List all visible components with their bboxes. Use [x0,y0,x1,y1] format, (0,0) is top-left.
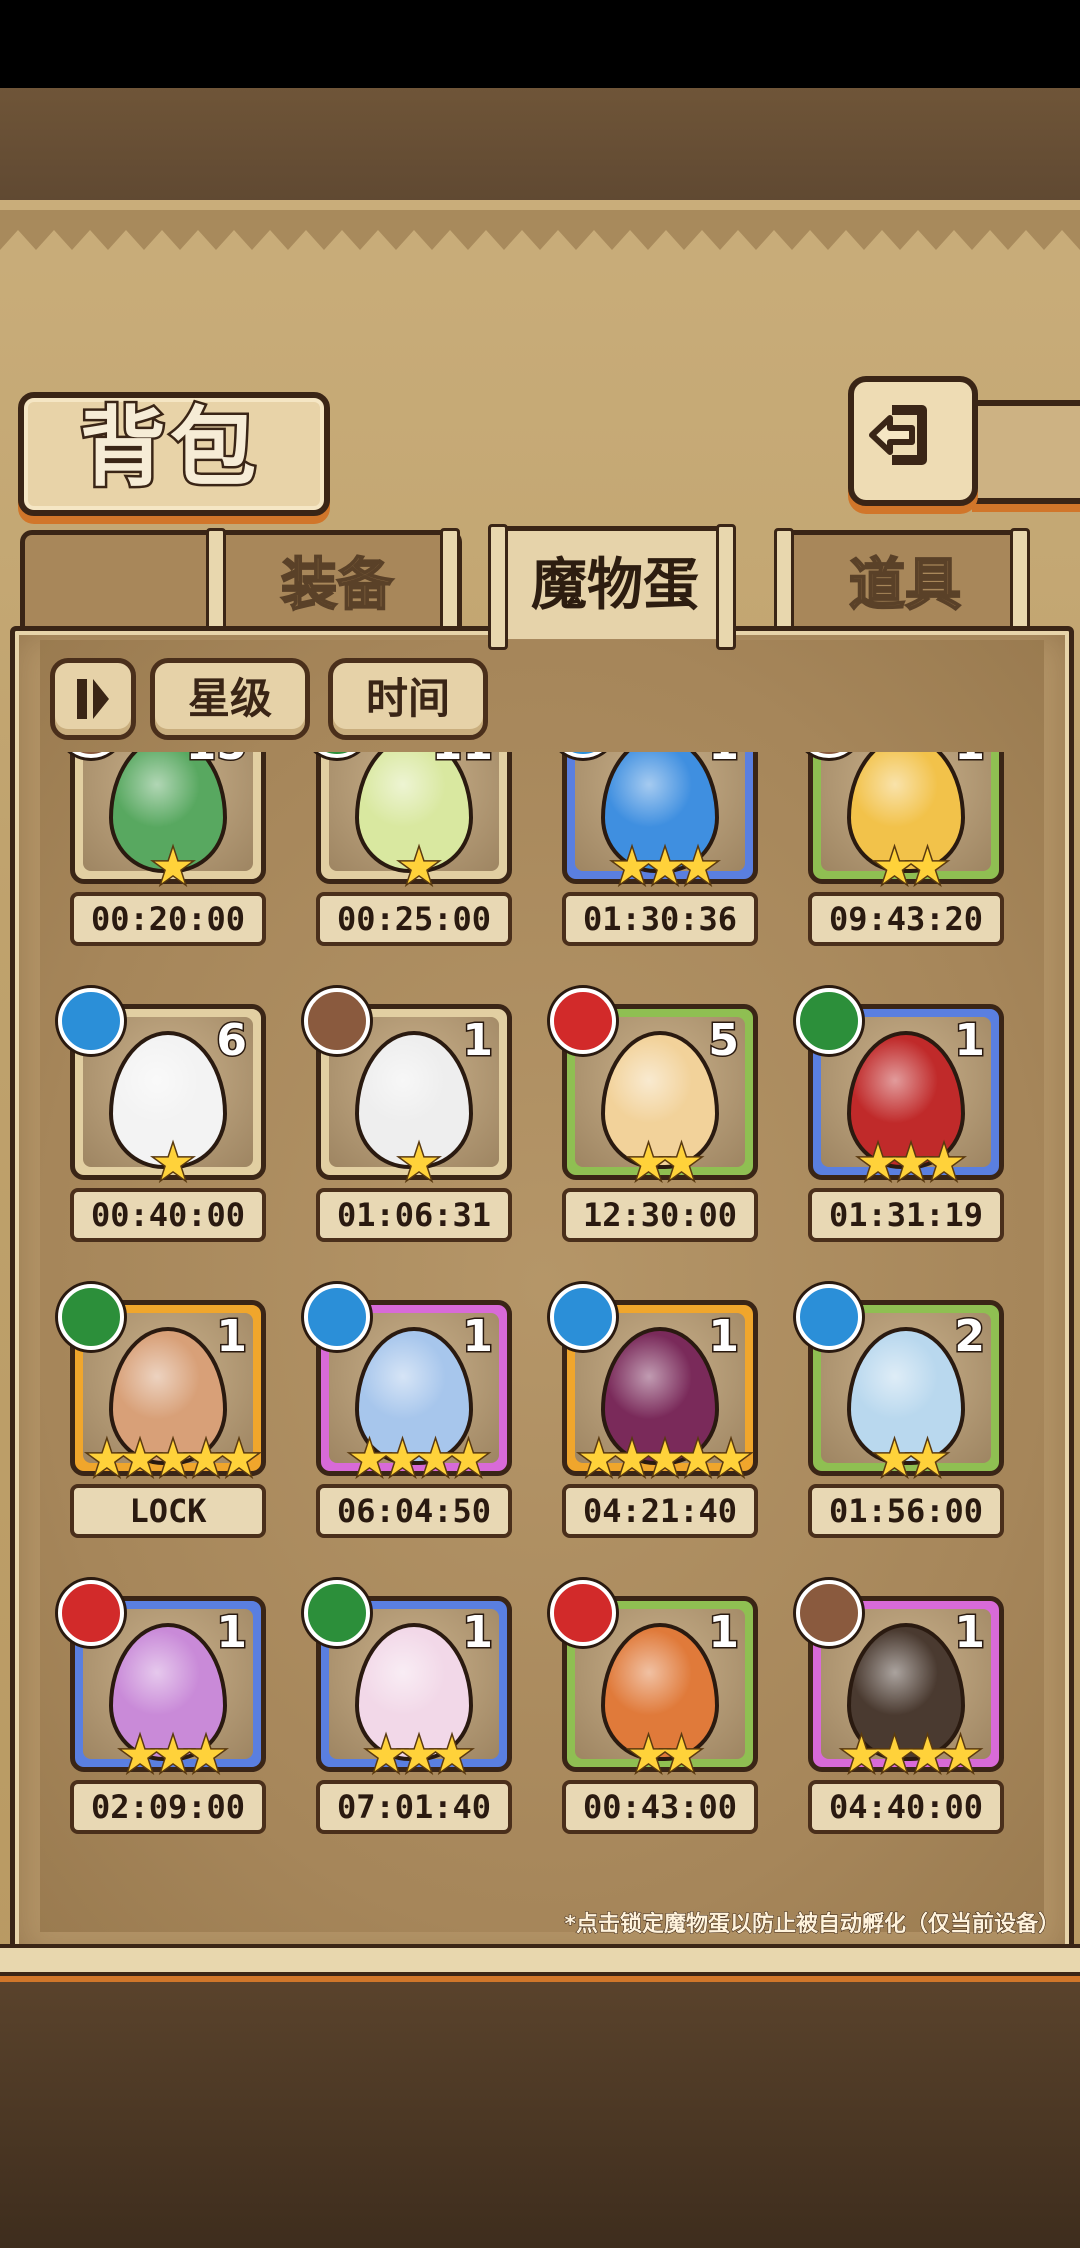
zigzag-border [0,210,1080,250]
egg-count: 1 [953,1606,987,1660]
egg-star-rating: ★ [396,1135,442,1191]
water-element-icon [58,988,124,1054]
egg-count: 15 [184,752,248,772]
egg-count: 1 [953,1014,987,1068]
egg-star-rating: ★★★★ [838,1727,983,1783]
tab-monster-eggs[interactable]: 魔物蛋 [494,526,736,639]
egg-count: 1 [707,1310,741,1364]
egg-star-rating: ★★ [625,1727,704,1783]
egg-hatch-timer: 00:20:00 [70,892,266,946]
egg-count: 1 [461,1606,495,1660]
egg-count: 1 [215,1310,249,1364]
egg-star-rating: ★★ [871,839,950,895]
sort-toggle-icon [77,679,109,719]
egg-star-rating: ★★ [871,1431,950,1487]
wood-element-icon [304,1580,370,1646]
back-button-tail [972,400,1080,504]
tab-post [488,524,508,650]
water-element-icon [550,1284,616,1350]
fire-element-icon [58,1580,124,1646]
panel-bottom-border [0,1944,1080,1976]
egg-hatch-timer: 09:43:20 [808,892,1004,946]
egg-count: 1 [953,752,987,772]
egg-star-rating: ★★★★ [346,1431,491,1487]
egg-hatch-timer: 01:56:00 [808,1484,1004,1538]
sort-toggle-button[interactable] [50,658,136,740]
egg-star-rating: ★★★ [855,1135,967,1191]
sort-by-time-button[interactable]: 时间 [328,658,488,740]
fire-element-icon [550,1580,616,1646]
egg-hatch-timer: 12:30:00 [562,1188,758,1242]
egg-card[interactable]: 1 ★★★ [562,752,758,895]
tab-items[interactable]: 道具 [780,530,1030,635]
tab-items-label: 道具 [848,551,962,619]
tab-monster-eggs-label: 魔物蛋 [531,552,699,618]
lock-hint-note: *点击锁定魔物蛋以防止被自动孵化（仅当前设备） [564,1912,1061,1938]
egg-star-rating: ★★★★★ [576,1431,754,1487]
egg-card[interactable]: 15 ★ [70,752,266,895]
egg-hatch-timer: 01:30:36 [562,892,758,946]
egg-hatch-timer: 06:04:50 [316,1484,512,1538]
egg-star-rating: ★ [150,839,196,895]
egg-count: 6 [215,1014,249,1068]
egg-star-rating: ★★ [625,1135,704,1191]
egg-hatch-timer: 02:09:00 [70,1780,266,1834]
tab-post [716,524,736,650]
egg-star-rating: ★★★ [363,1727,475,1783]
egg-count: 1 [707,752,741,772]
map-background-bottom [0,1980,1080,2248]
egg-star-rating: ★ [150,1135,196,1191]
egg-hatch-timer: 07:01:40 [316,1780,512,1834]
egg-hatch-timer: 01:31:19 [808,1188,1004,1242]
page-title: 背包 [78,395,260,501]
egg-hatch-timer: 00:40:00 [70,1188,266,1242]
egg-count: 1 [461,1310,495,1364]
egg-count: 11 [430,752,494,772]
egg-star-rating: ★★★ [117,1727,229,1783]
water-element-icon [796,1284,862,1350]
egg-star-rating: ★★★★★ [84,1431,262,1487]
tab-equipment-label: 装备 [280,551,394,619]
wood-element-icon [796,988,862,1054]
sort-by-star-button[interactable]: 星级 [150,658,310,740]
egg-count: 2 [953,1310,987,1364]
egg-count: 1 [215,1606,249,1660]
egg-hatch-timer: 00:25:00 [316,892,512,946]
egg-star-rating: ★★★ [609,839,721,895]
egg-hatch-timer: 01:06:31 [316,1188,512,1242]
egg-grid: 15★00:20:0011★00:25:001★★★01:30:361★★09:… [40,752,1044,1882]
water-element-icon [304,1284,370,1350]
egg-hatch-timer: 00:43:00 [562,1780,758,1834]
egg-lock-label[interactable]: LOCK [70,1484,266,1538]
fire-element-icon [550,988,616,1054]
egg-star-rating: ★ [396,839,442,895]
egg-card[interactable]: 1 ★★ [808,752,1004,895]
earth-element-icon [304,988,370,1054]
egg-hatch-timer: 04:21:40 [562,1484,758,1538]
tab-equipment[interactable]: 装备 [212,530,462,635]
earth-element-icon [796,1580,862,1646]
egg-count: 1 [707,1606,741,1660]
egg-count: 1 [461,1014,495,1068]
egg-count: 5 [707,1014,741,1068]
egg-hatch-timer: 04:40:00 [808,1780,1004,1834]
return-arrow-icon [869,405,927,465]
status-bar [0,0,1080,88]
wood-element-icon [58,1284,124,1350]
egg-card[interactable]: 11 ★ [316,752,512,895]
